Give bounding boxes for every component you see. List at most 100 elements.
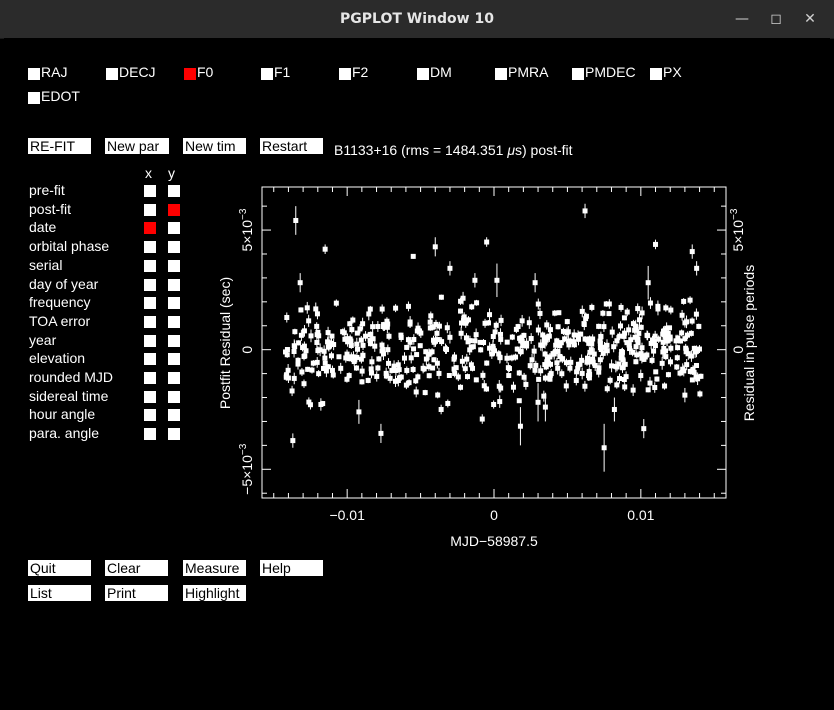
option-y-checkbox[interactable]	[168, 428, 180, 441]
data-point	[521, 374, 527, 380]
option-x-checkbox[interactable]	[144, 315, 156, 328]
param-checkbox-pmdec[interactable]	[572, 68, 584, 80]
data-point	[496, 383, 502, 389]
data-point	[297, 280, 303, 286]
option-y-checkbox[interactable]	[168, 353, 180, 366]
quit-button[interactable]: Quit	[28, 560, 91, 576]
option-x-checkbox[interactable]	[144, 334, 156, 347]
data-point	[647, 380, 653, 386]
param-checkbox-f1[interactable]	[261, 68, 273, 80]
clear-button[interactable]: Clear	[105, 560, 168, 576]
param-checkbox-pmra[interactable]	[495, 68, 507, 80]
window-title: PGPLOT Window 10	[340, 11, 494, 27]
option-x-checkbox[interactable]	[144, 241, 156, 254]
option-label: serial	[29, 256, 63, 273]
option-x-checkbox[interactable]	[144, 353, 156, 366]
option-y-checkbox[interactable]	[168, 222, 180, 235]
data-point	[458, 298, 464, 304]
data-point	[554, 360, 560, 366]
data-point	[614, 364, 620, 370]
data-point	[635, 340, 641, 346]
param-label-pmra: PMRA	[508, 64, 549, 80]
data-point	[304, 305, 310, 311]
data-point	[322, 246, 328, 252]
data-point	[618, 304, 624, 310]
data-point	[510, 384, 516, 390]
option-x-checkbox[interactable]	[144, 297, 156, 310]
option-x-checkbox[interactable]	[144, 203, 156, 216]
data-point	[639, 310, 645, 316]
data-point	[498, 317, 504, 323]
data-point	[369, 359, 375, 365]
data-point	[655, 306, 661, 312]
param-checkbox-decj[interactable]	[106, 68, 118, 80]
close-icon[interactable]: ✕	[799, 8, 821, 30]
option-y-checkbox[interactable]	[168, 334, 180, 347]
data-point	[284, 314, 290, 320]
option-y-checkbox[interactable]	[168, 278, 180, 291]
plot-canvas[interactable]: B1133+16 (rms = 1484.351 μs) post-fit x …	[4, 38, 830, 706]
param-checkbox-dm[interactable]	[417, 68, 429, 80]
option-y-checkbox[interactable]	[168, 185, 180, 197]
list-button[interactable]: List	[28, 585, 91, 601]
param-checkbox-px[interactable]	[650, 68, 662, 80]
data-point	[386, 333, 392, 339]
data-point	[432, 244, 438, 250]
option-y-checkbox[interactable]	[168, 259, 180, 272]
option-y-checkbox[interactable]	[168, 409, 180, 422]
measure-button[interactable]: Measure	[183, 560, 246, 576]
option-x-checkbox[interactable]	[144, 372, 156, 384]
new-par-button[interactable]: New par	[105, 138, 169, 154]
data-point	[446, 372, 452, 378]
param-label-raj: RAJ	[41, 64, 68, 80]
data-point	[315, 348, 321, 354]
option-y-checkbox[interactable]	[168, 203, 180, 216]
param-checkbox-edot[interactable]	[28, 92, 40, 104]
param-checkbox-raj[interactable]	[28, 68, 40, 80]
highlight-button[interactable]: Highlight	[183, 585, 246, 601]
option-y-checkbox[interactable]	[168, 315, 180, 328]
option-x-checkbox[interactable]	[144, 259, 156, 272]
new-tim-button[interactable]: New tim	[183, 138, 246, 154]
data-point	[504, 355, 510, 361]
residual-chart[interactable]: −0.01 0 0.015×10−30−5×10−35×10−30 MJD−5898…	[4, 38, 830, 598]
data-point	[645, 280, 651, 286]
data-point	[635, 306, 641, 312]
option-x-checkbox[interactable]	[144, 278, 156, 291]
data-point	[497, 399, 503, 405]
data-point	[509, 355, 515, 361]
option-y-checkbox[interactable]	[168, 241, 180, 254]
data-point	[322, 360, 328, 366]
data-point	[333, 300, 339, 306]
data-point	[320, 401, 326, 407]
data-point	[634, 352, 640, 358]
option-x-checkbox[interactable]	[144, 409, 156, 422]
data-point	[458, 384, 464, 390]
help-button[interactable]: Help	[260, 560, 323, 576]
option-y-checkbox[interactable]	[168, 372, 180, 384]
option-y-checkbox[interactable]	[168, 390, 180, 403]
minimize-icon[interactable]: —	[731, 8, 753, 30]
option-label: sidereal time	[29, 387, 109, 404]
data-point	[472, 338, 478, 344]
data-point	[325, 339, 331, 345]
data-point	[420, 365, 426, 371]
param-checkbox-f2[interactable]	[339, 68, 351, 80]
data-point	[689, 318, 695, 324]
re-fit-button[interactable]: RE-FIT	[28, 138, 91, 154]
option-x-checkbox[interactable]	[144, 390, 156, 403]
data-point	[581, 321, 587, 327]
param-checkbox-f0[interactable]	[184, 68, 196, 80]
option-x-checkbox[interactable]	[144, 222, 156, 235]
option-x-checkbox[interactable]	[144, 185, 156, 197]
option-x-checkbox[interactable]	[144, 428, 156, 441]
data-point	[348, 354, 354, 360]
print-button[interactable]: Print	[105, 585, 168, 601]
data-point	[600, 310, 606, 316]
option-y-checkbox[interactable]	[168, 297, 180, 310]
data-point	[353, 365, 359, 371]
data-point	[606, 311, 612, 317]
maximize-icon[interactable]: ◻	[765, 8, 787, 30]
title-bar[interactable]: PGPLOT Window 10 — ◻ ✕	[0, 0, 834, 39]
restart-button[interactable]: Restart	[260, 138, 323, 154]
